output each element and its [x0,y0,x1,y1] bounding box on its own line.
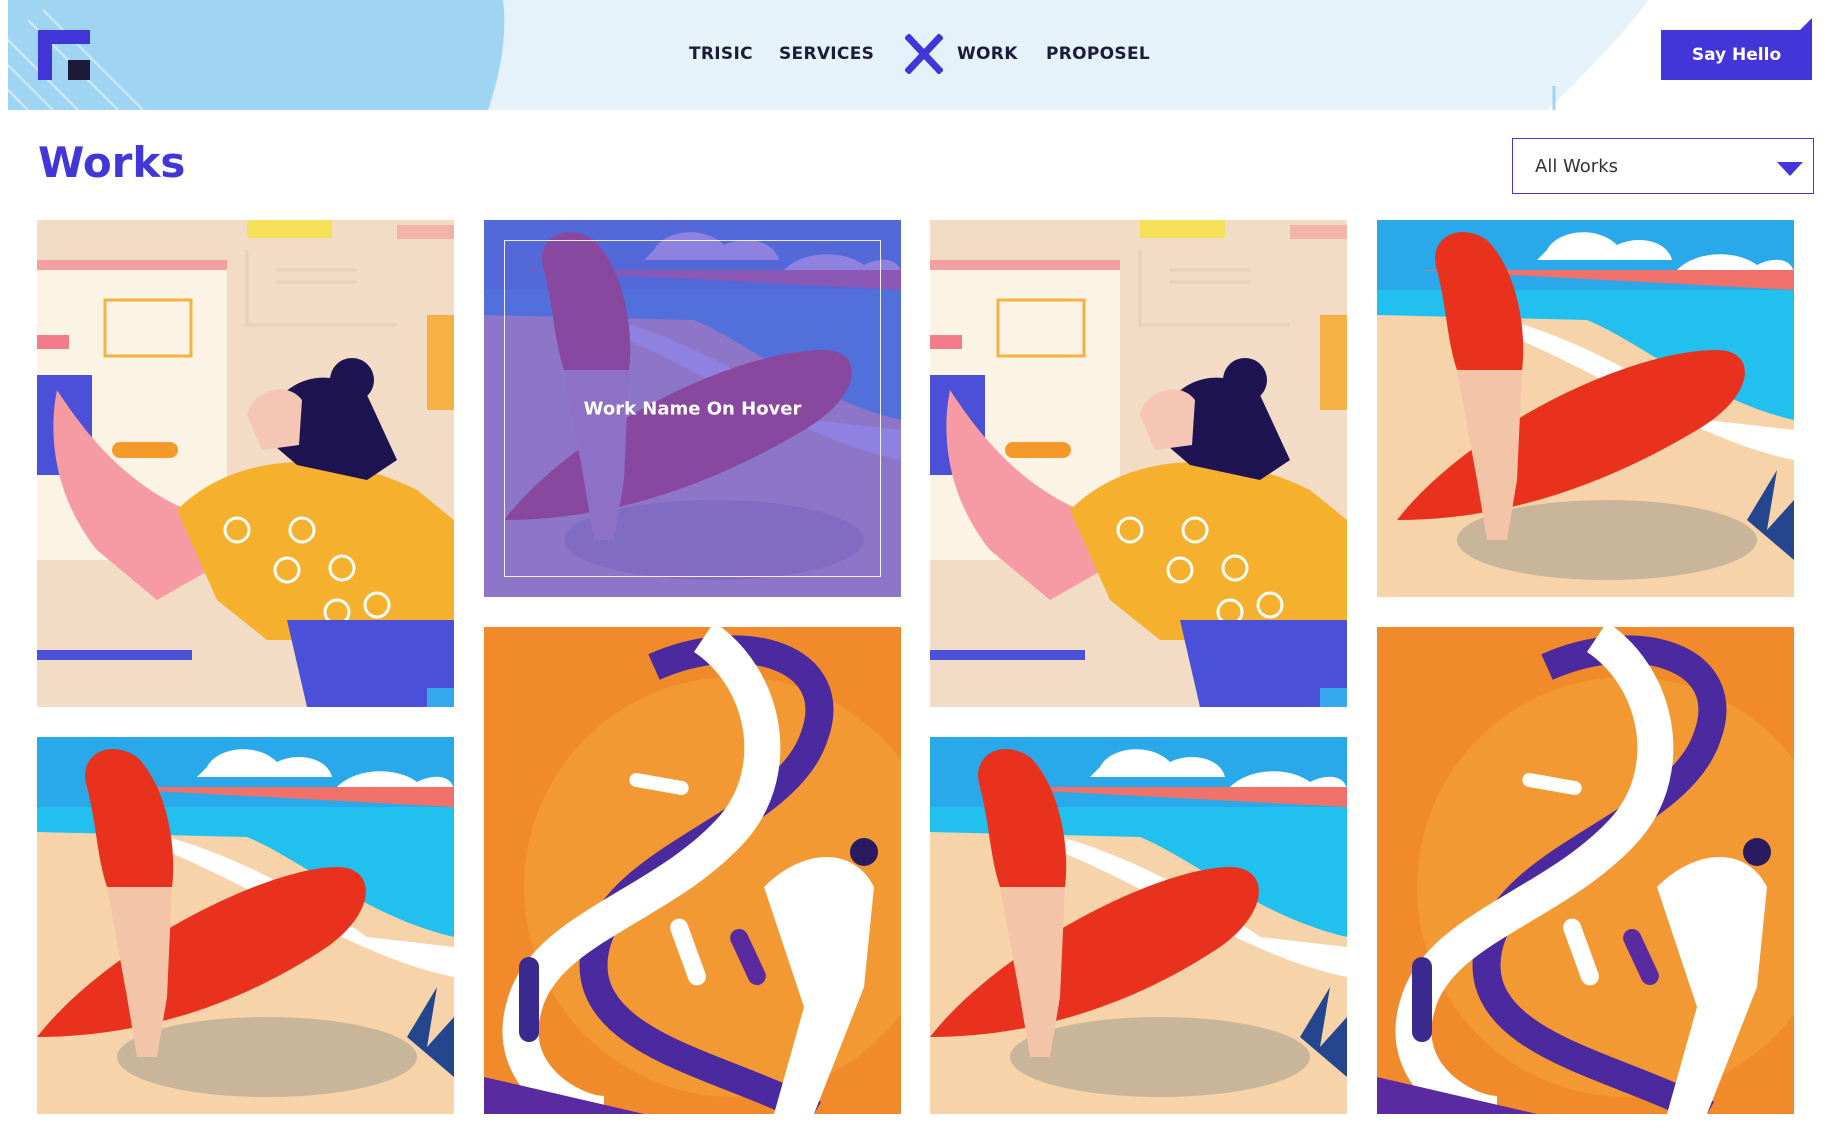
dna-illustration [484,627,901,1114]
surfer-illustration [930,737,1347,1114]
work-card[interactable] [484,627,901,1114]
surfer-illustration [1377,220,1794,597]
hover-overlay: Work Name On Hover [484,220,901,597]
surfer-illustration [37,737,454,1114]
dna-illustration [1377,627,1794,1114]
work-card[interactable] [1377,220,1794,597]
work-card[interactable] [930,220,1347,707]
work-name-hover-label: Work Name On Hover [583,398,802,419]
work-card-hovered[interactable]: Work Name On Hover [484,220,901,597]
work-card[interactable] [1377,627,1794,1114]
work-card[interactable] [37,737,454,1114]
work-card[interactable] [37,220,454,707]
works-grid: Work Name On Hover [0,0,1829,1143]
woman-ui-illustration [37,220,454,707]
woman-ui-illustration [930,220,1347,707]
work-card[interactable] [930,737,1347,1114]
